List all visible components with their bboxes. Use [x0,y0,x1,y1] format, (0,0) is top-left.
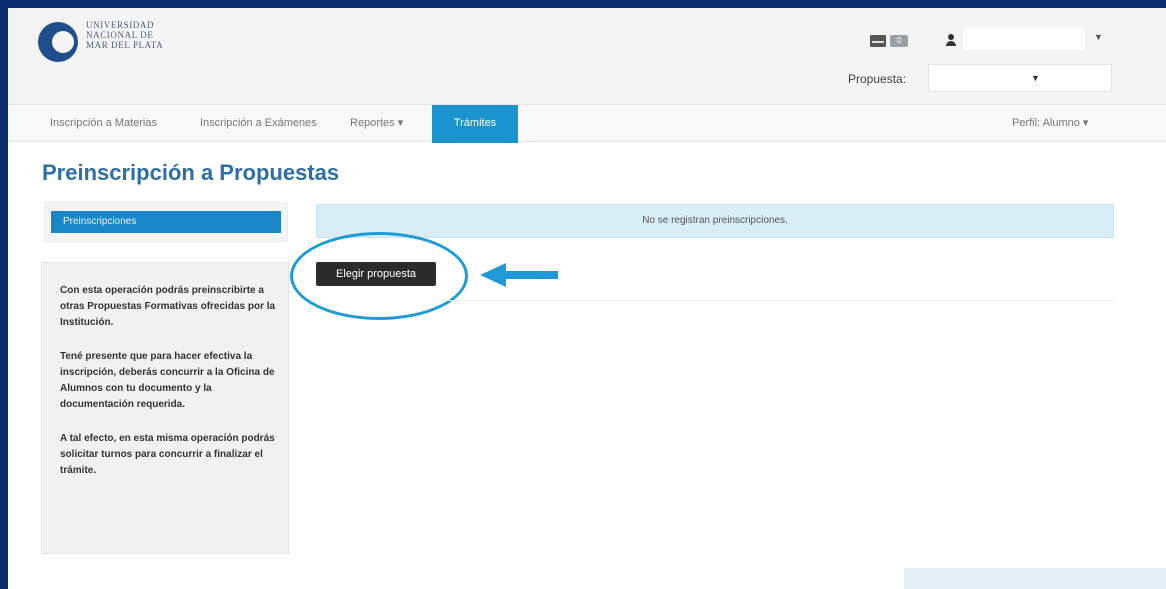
logo-line-2: Nacional de [86,30,154,40]
profile-menu[interactable]: Perfil: Alumno ▾ [1012,105,1088,141]
page-title: Preinscripción a Propuestas [42,160,340,185]
elegir-propuesta-button[interactable]: Elegir propuesta [316,262,436,286]
info-panel: Con esta operación podrás preinscribirte… [41,262,289,554]
nav-reportes[interactable]: Reportes ▾ [350,105,403,141]
sidebar-item-preinscripciones[interactable]: Preinscripciones [51,211,281,233]
info-paragraph: A tal efecto, en esta misma operación po… [60,433,275,476]
footer-strip [904,568,1166,589]
logo-line-3: Mar del Plata [86,40,164,50]
propuesta-select[interactable]: ▼ [928,64,1112,92]
logo-line-1: Universidad [86,20,155,30]
app-frame: Universidad Nacional de Mar del Plata 0 … [8,8,1166,589]
header: Universidad Nacional de Mar del Plata 0 … [8,8,1166,104]
user-name-field[interactable] [963,28,1085,50]
no-records-alert: No se registran preinscripciones. [316,204,1114,238]
info-paragraph: Con esta operación podrás preinscribirte… [60,285,276,328]
university-logo[interactable]: Universidad Nacional de Mar del Plata [38,20,238,76]
info-paragraph: Tené presente que para hacer efectiva la… [60,351,275,410]
caret-down-icon: ▼ [1031,73,1040,83]
logo-text: Universidad Nacional de Mar del Plata [86,20,226,50]
nav-tramites[interactable]: Trámites [432,105,518,143]
propuesta-label: Propuesta: [848,72,907,86]
main-navbar: Inscripción a Materias Inscripción a Exá… [8,104,1166,143]
user-icon[interactable] [946,34,956,48]
nav-inscripcion-materias[interactable]: Inscripción a Materias [50,105,157,141]
sidebar-nav: Preinscripciones [44,202,288,242]
arrow-left-icon [480,263,558,287]
envelope-icon[interactable] [870,35,886,47]
nav-inscripcion-examenes[interactable]: Inscripción a Exámenes [200,105,317,141]
content-divider [436,300,1114,301]
messages-count-badge[interactable]: 0 [890,35,908,47]
caret-down-icon[interactable]: ▼ [1094,32,1103,42]
logo-mark-icon [38,22,78,62]
